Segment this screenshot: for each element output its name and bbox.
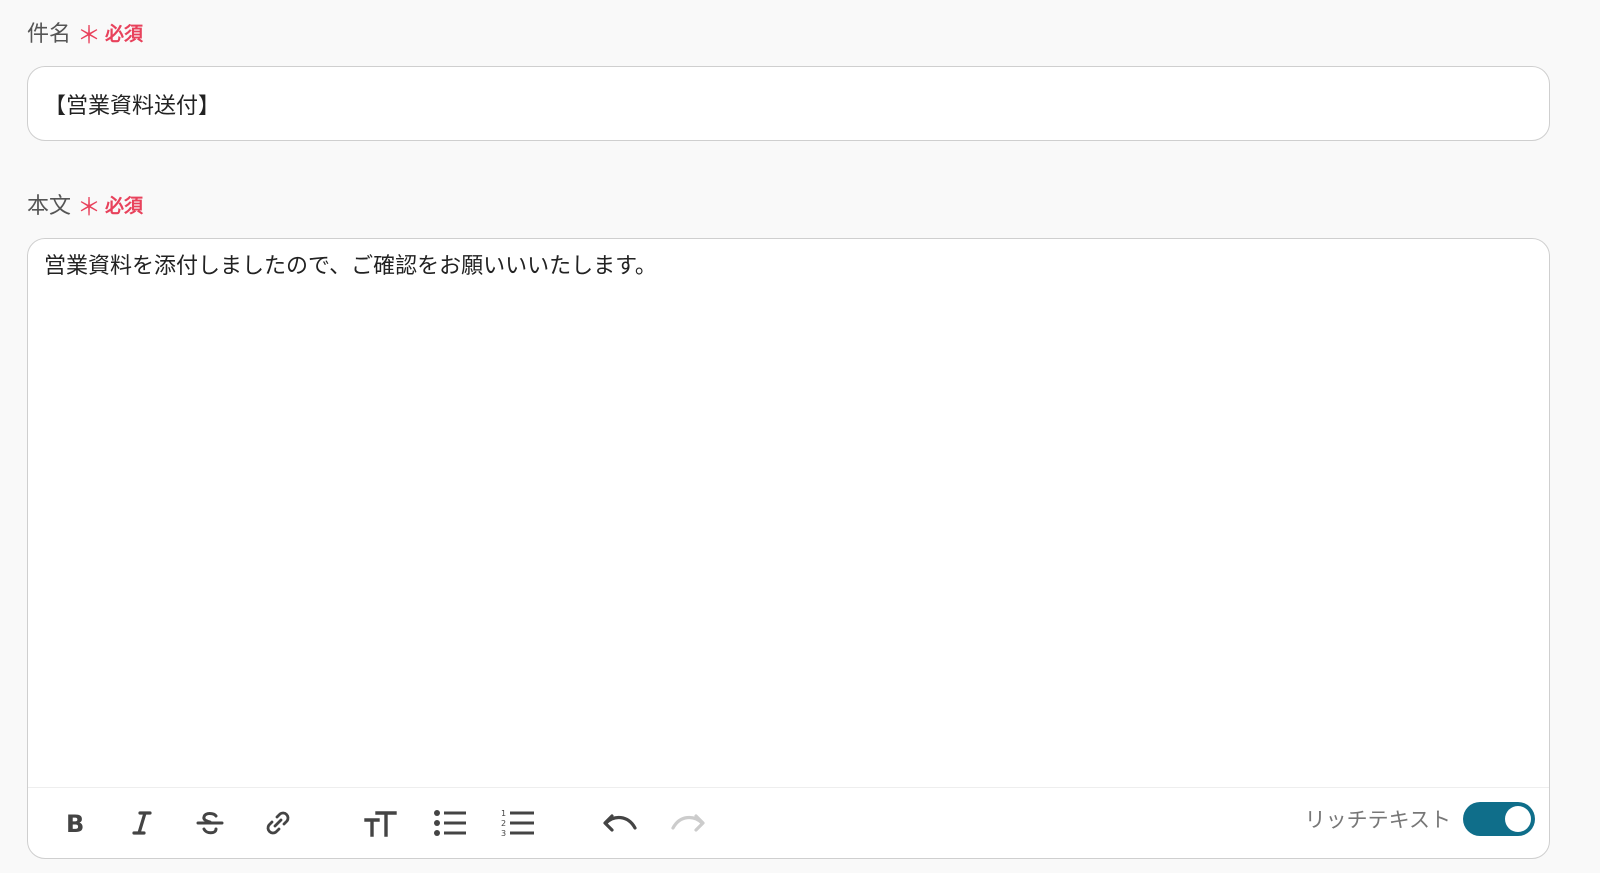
bullet-list-icon[interactable] (432, 805, 468, 841)
rich-text-toggle[interactable] (1463, 802, 1535, 836)
body-label-text: 本文 (27, 194, 72, 219)
svg-text:1: 1 (501, 809, 506, 818)
redo-icon[interactable] (670, 805, 706, 841)
editor-toolbar: B 123 リッチテキスト (28, 787, 1549, 858)
body-editor-content[interactable]: 営業資料を添付しましたので、ご確認をお願いいいたします。 (44, 249, 1533, 285)
subject-label: 件名 ＊ 必須 (27, 14, 143, 50)
text-size-icon[interactable] (362, 805, 398, 841)
link-icon[interactable] (260, 805, 296, 841)
numbered-list-icon[interactable]: 123 (500, 805, 536, 841)
subject-label-text: 件名 (27, 22, 72, 47)
svg-text:2: 2 (501, 819, 506, 828)
svg-text:3: 3 (501, 829, 506, 838)
required-badge: 必須 (105, 194, 144, 217)
required-asterisk: ＊ (77, 192, 102, 221)
strikethrough-icon[interactable] (192, 805, 228, 841)
svg-text:B: B (66, 810, 84, 836)
required-badge: 必須 (105, 22, 144, 45)
rich-text-label: リッチテキスト (1304, 808, 1451, 832)
bold-icon[interactable]: B (56, 805, 92, 841)
required-asterisk: ＊ (77, 20, 102, 49)
italic-icon[interactable] (124, 805, 160, 841)
undo-icon[interactable] (602, 805, 638, 841)
rich-text-control: リッチテキスト (1305, 802, 1535, 836)
body-editor[interactable]: 営業資料を添付しましたので、ご確認をお願いいいたします。 B 123 リッチテキ… (27, 238, 1550, 859)
body-label: 本文 ＊ 必須 (27, 186, 143, 222)
subject-input[interactable] (27, 66, 1550, 141)
toggle-knob (1505, 806, 1531, 832)
